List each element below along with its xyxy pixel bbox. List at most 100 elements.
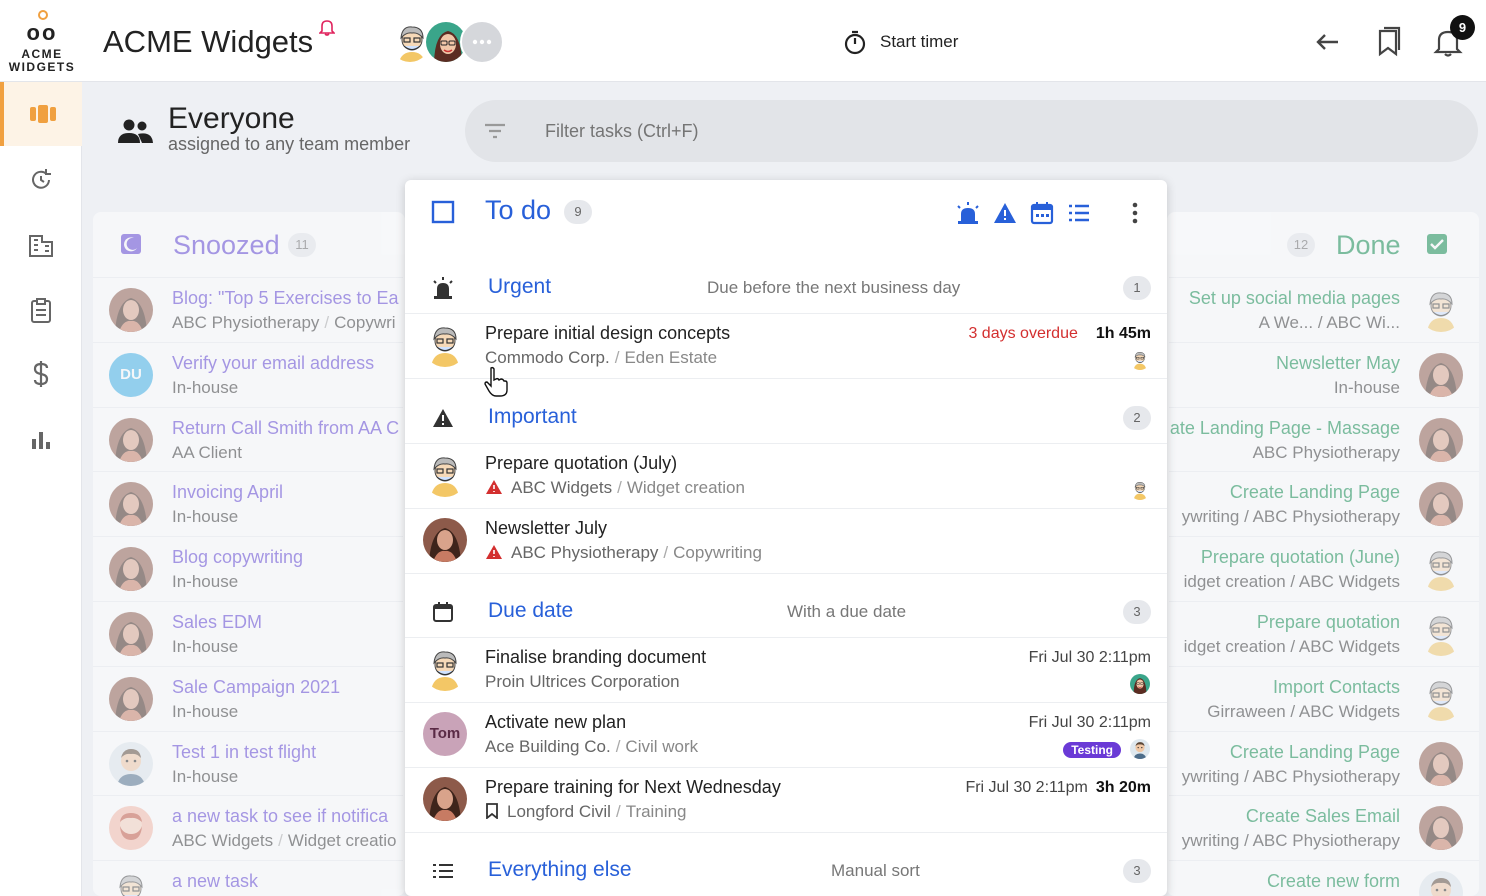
done-checkbox-icon[interactable] xyxy=(1426,233,1448,255)
list-item[interactable]: a new task xyxy=(93,860,403,896)
todo-checkbox-icon[interactable] xyxy=(431,200,455,224)
sidebar xyxy=(0,82,82,896)
task-row[interactable]: Prepare initial design concepts Commodo … xyxy=(405,314,1167,379)
task-project: Widget creatio xyxy=(287,831,397,851)
task-title: Create new form xyxy=(1266,871,1400,892)
section-everything-else[interactable]: Everything else Manual sort 3 xyxy=(405,845,1167,896)
sidebar-item-billing[interactable] xyxy=(0,342,82,406)
list-item[interactable]: Create Landing Page ywriting / ABC Physio… xyxy=(1169,471,1479,536)
section-due-date[interactable]: Due date With a due date 3 xyxy=(405,586,1167,638)
section-urgent[interactable]: Urgent Due before the next business day … xyxy=(405,262,1167,314)
list-item[interactable]: Create Landing Page ywriting / ABC Physio… xyxy=(1169,730,1479,796)
start-timer-button[interactable]: Start timer xyxy=(842,28,958,56)
task-row[interactable]: Prepare training for Next Wednesday Long… xyxy=(405,768,1167,833)
urgent-siren-icon[interactable] xyxy=(955,201,981,225)
sidebar-item-tasks[interactable] xyxy=(0,278,82,342)
avatar xyxy=(1419,547,1463,591)
list-item[interactable]: Blog copywriting In-house xyxy=(93,536,403,601)
list-item[interactable]: a new task to see if notifica ABC Widgets… xyxy=(93,795,403,860)
dollar-icon xyxy=(33,361,49,387)
list-item[interactable]: Test 1 in test flight In-house xyxy=(93,730,403,796)
list-item[interactable]: Set up social media pages A We... / ABC W… xyxy=(1169,277,1479,342)
task-title: Blog copywriting xyxy=(172,547,304,568)
snoozed-count: 11 xyxy=(288,233,316,257)
task-row[interactable]: Prepare quotation (July) ABC Widgets / Wid… xyxy=(405,444,1167,509)
section-description: Manual sort xyxy=(831,861,920,880)
list-item[interactable]: Prepare quotation (June) idget creation /… xyxy=(1169,536,1479,601)
assignee-mini-avatar xyxy=(1130,350,1150,370)
sidebar-item-history[interactable] xyxy=(0,148,82,212)
task-title: Import Contacts xyxy=(1272,676,1400,697)
list-item[interactable]: ate Landing Page - Massage ABC Physiother… xyxy=(1169,406,1479,472)
task-title: ate Landing Page - Massage xyxy=(1169,417,1400,438)
list-item[interactable]: Create Sales Email ywriting / ABC Physiot… xyxy=(1169,795,1479,860)
avatar xyxy=(423,647,467,691)
alert-bell-icon[interactable] xyxy=(319,18,335,36)
avatar xyxy=(109,806,153,850)
filter-input[interactable] xyxy=(545,116,1425,146)
stopwatch-icon xyxy=(844,30,866,55)
task-row[interactable]: Newsletter July ABC Physiotherapy / Copywr… xyxy=(405,509,1167,574)
more-avatars-button[interactable] xyxy=(460,20,504,64)
assignee-mini-avatar xyxy=(1130,674,1150,694)
building-icon xyxy=(29,235,53,257)
list-item[interactable]: Return Call Smith from AA C AA Client xyxy=(93,406,403,472)
task-row[interactable]: Tom Activate new plan Ace Building Co. / C… xyxy=(405,703,1167,768)
list-item[interactable]: Invoicing April In-house xyxy=(93,471,403,536)
important-warning-icon[interactable] xyxy=(993,202,1017,224)
list-item[interactable]: Newsletter May In-house xyxy=(1169,341,1479,407)
avatar xyxy=(1419,288,1463,332)
team-avatars[interactable] xyxy=(388,20,510,66)
list-item[interactable]: Sale Campaign 2021 In-house xyxy=(93,665,403,731)
sidebar-item-reports[interactable] xyxy=(0,408,82,472)
more-horizontal-icon xyxy=(472,39,492,45)
more-vertical-icon[interactable] xyxy=(1127,201,1143,225)
task-client: In-house xyxy=(172,377,239,397)
tag-badge[interactable]: Testing xyxy=(1063,742,1121,758)
list-item[interactable]: Create new form xyxy=(1169,860,1479,896)
duration-label: 3h 20m xyxy=(1095,779,1151,796)
avatar xyxy=(1419,418,1463,462)
calendar-icon[interactable] xyxy=(1030,201,1054,225)
task-title: Newsletter July xyxy=(485,518,608,538)
company-logo[interactable]: oo ACME WIDGETS xyxy=(4,8,80,78)
section-count: 1 xyxy=(1123,276,1151,300)
snooze-moon-icon[interactable] xyxy=(120,233,142,255)
section-important[interactable]: Important 2 xyxy=(405,392,1167,444)
task-project: Widget creation xyxy=(626,478,745,497)
list-icon xyxy=(433,864,453,878)
sidebar-item-clients[interactable] xyxy=(0,213,82,277)
due-date-label: Fri Jul 30 2:11pm xyxy=(965,779,1088,796)
task-row[interactable]: Finalise branding document Proin Ultrice… xyxy=(405,638,1167,703)
task-title: Prepare quotation (June) xyxy=(1200,547,1400,568)
logo-text: ACME WIDGETS xyxy=(8,47,76,74)
list-item[interactable]: Sales EDM In-house xyxy=(93,601,403,666)
section-description: Due before the next business day xyxy=(707,278,961,297)
task-title: Verify your email address xyxy=(172,352,375,373)
task-project: Training xyxy=(625,802,687,821)
task-title: Create Landing Page xyxy=(1229,741,1400,762)
task-title: Return Call Smith from AA C xyxy=(172,417,400,438)
undo-icon[interactable] xyxy=(1313,26,1343,58)
list-item[interactable]: Prepare quotation idget creation / ABC Wi… xyxy=(1169,601,1479,666)
avatar xyxy=(109,482,153,526)
todo-count: 9 xyxy=(564,200,592,224)
task-subtitle: idget creation / ABC Widgets xyxy=(1183,637,1400,656)
assignee-selector[interactable]: Everyone assigned to any team member xyxy=(112,100,442,160)
sidebar-item-board[interactable] xyxy=(0,82,82,146)
list-item[interactable]: Import Contacts Girraween / ABC Widgets xyxy=(1169,665,1479,731)
list-item[interactable]: DU Verify your email address In-house xyxy=(93,341,403,407)
avatar xyxy=(109,288,153,332)
bar-chart-icon xyxy=(32,432,50,449)
avatar xyxy=(109,612,153,656)
filter-bar[interactable] xyxy=(465,100,1478,162)
list-icon[interactable] xyxy=(1067,202,1091,224)
task-title: Set up social media pages xyxy=(1188,288,1400,308)
avatar xyxy=(1419,806,1463,850)
task-subtitle: Girraween / ABC Widgets xyxy=(1207,701,1400,721)
list-item[interactable]: Blog: "Top 5 Exercises to Ea ABC Physioth… xyxy=(93,277,403,342)
bookmark-icon[interactable] xyxy=(1373,26,1403,58)
top-bar: oo ACME WIDGETS ACME Widgets Start timer … xyxy=(0,0,1486,82)
due-date-label: Fri Jul 30 2:11pm xyxy=(1028,714,1151,731)
avatar xyxy=(1419,677,1463,721)
